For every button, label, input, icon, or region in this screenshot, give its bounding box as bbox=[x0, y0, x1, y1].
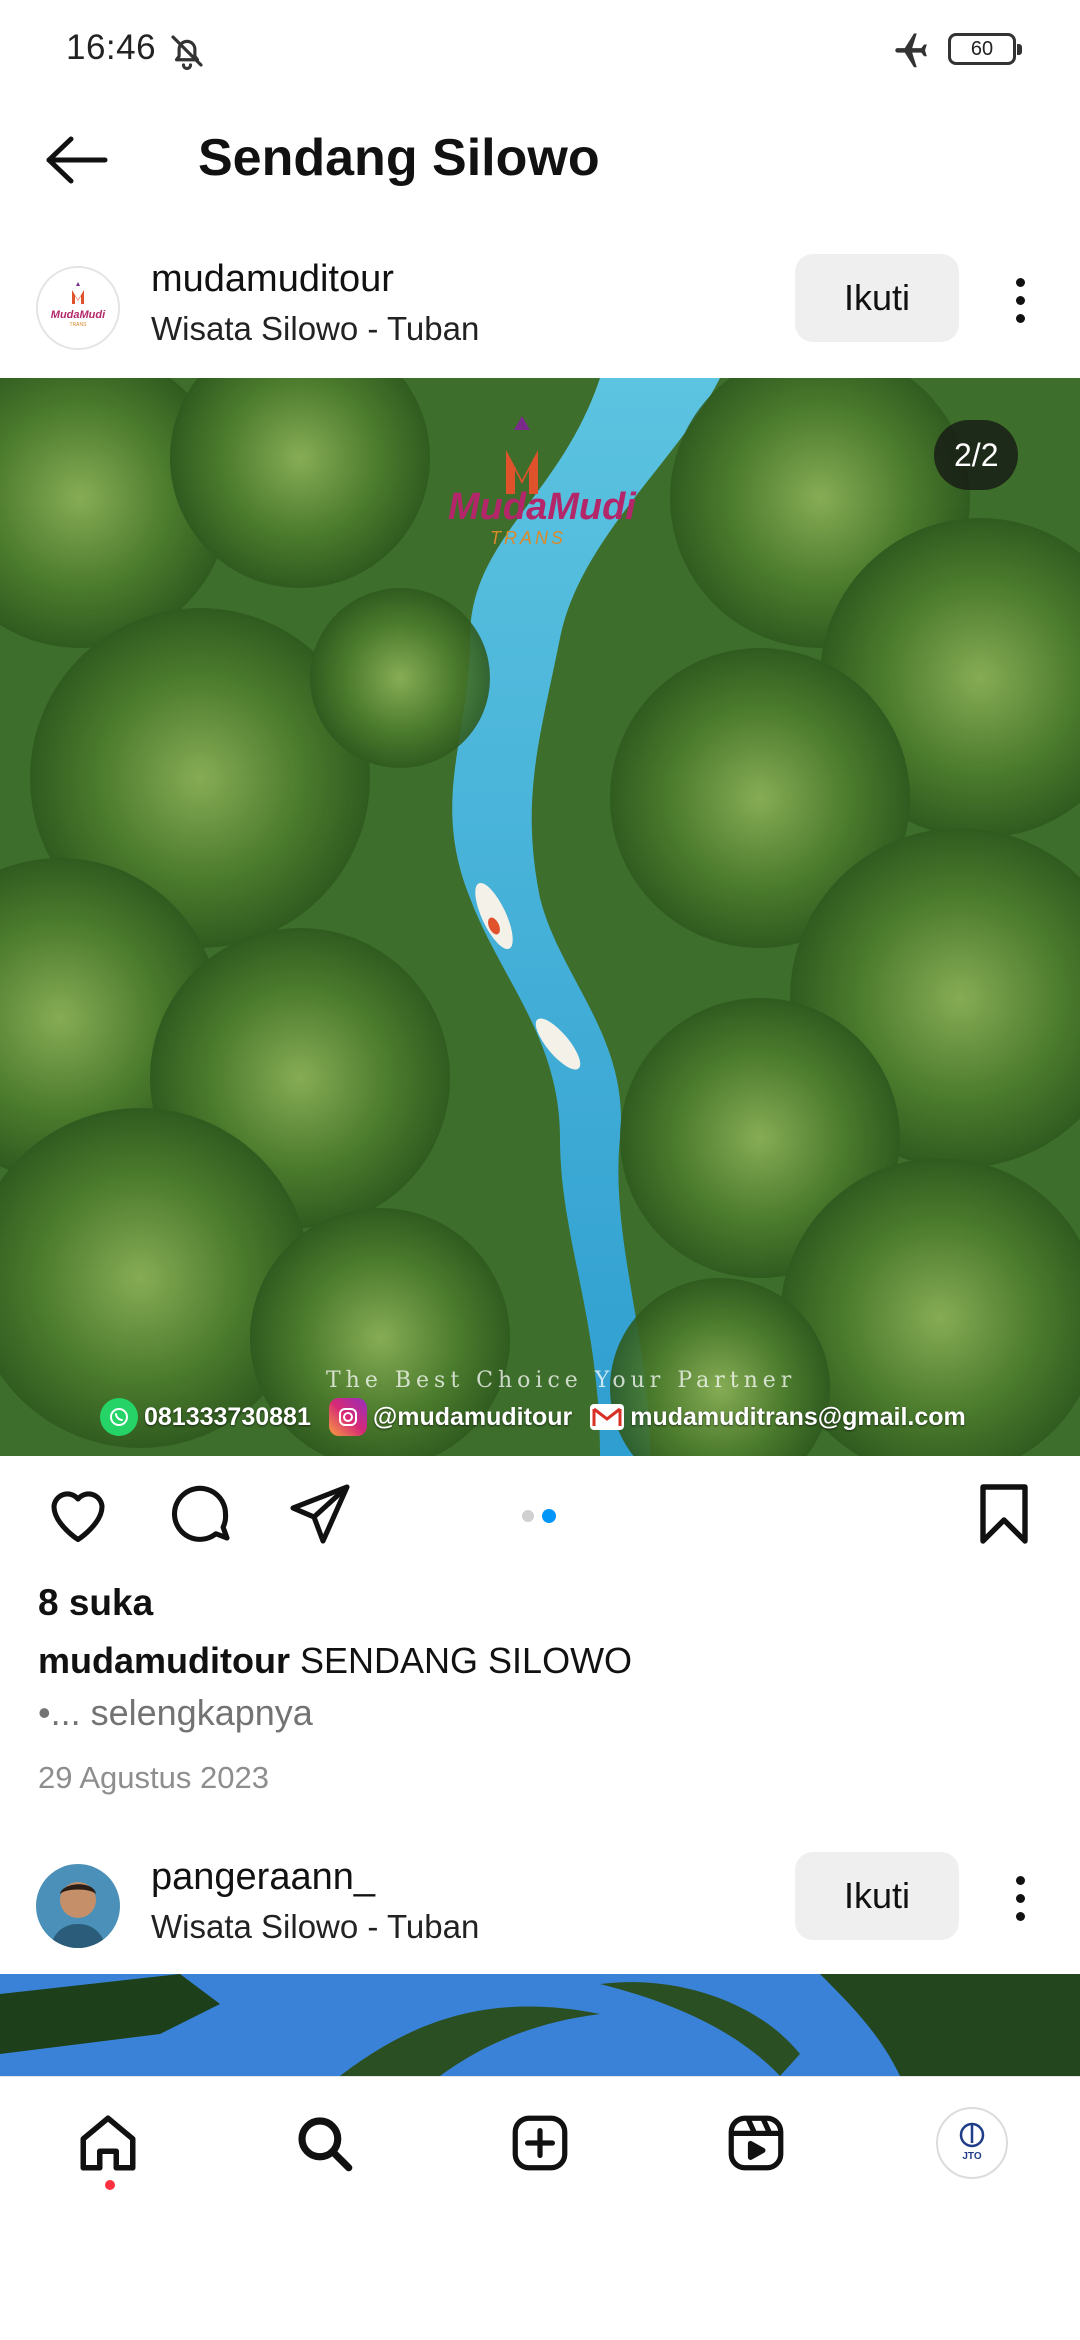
post-header: MudaMudi TRANS mudamuditour Wisata Silow… bbox=[0, 248, 1080, 368]
reels-icon bbox=[728, 2115, 784, 2171]
search-icon bbox=[298, 2117, 353, 2172]
carousel-dot-active bbox=[542, 1509, 556, 1523]
comment-icon[interactable] bbox=[164, 1478, 236, 1550]
battery-level: 60 bbox=[970, 38, 994, 60]
caption-text: SENDANG SILOWO bbox=[300, 1640, 633, 1681]
nav-reels[interactable] bbox=[718, 2105, 794, 2181]
post-actions bbox=[0, 1470, 1080, 1560]
post-date: 29 Agustus 2023 bbox=[38, 1760, 269, 1795]
nav-search[interactable] bbox=[286, 2105, 362, 2181]
profile-avatar-text: JTO bbox=[962, 2151, 981, 2162]
battery-icon: 60 bbox=[948, 33, 1022, 65]
home-icon bbox=[80, 2115, 136, 2171]
instagram-icon bbox=[328, 1398, 367, 1436]
more-icon-dot bbox=[1015, 1911, 1025, 1921]
jto-logo-icon: JTO bbox=[959, 2122, 985, 2162]
user-photo-icon bbox=[36, 1864, 120, 1948]
post-header: pangeraann_ Wisata Silowo - Tuban Ikuti bbox=[0, 1846, 1080, 1966]
nav-home[interactable] bbox=[70, 2105, 146, 2181]
post-image[interactable]: 2/2 MudaMudi TRANS The Best Choice Your … bbox=[0, 378, 1080, 1456]
notification-dot bbox=[105, 2180, 115, 2190]
watermark-contacts: 081333730881 @mudamuditour mudamuditrans… bbox=[100, 1396, 984, 1438]
post-caption: mudamuditour SENDANG SILOWO bbox=[38, 1640, 632, 1682]
more-options-button[interactable] bbox=[996, 268, 1044, 332]
likes-count[interactable]: 8 suka bbox=[38, 1582, 153, 1624]
image-counter: 2/2 bbox=[934, 420, 1019, 490]
carousel-indicator bbox=[522, 1509, 556, 1523]
mute-icon bbox=[171, 35, 203, 71]
arrow-left-icon bbox=[46, 136, 108, 184]
watermark-logo-sub: TRANS bbox=[490, 528, 567, 548]
post-location[interactable]: Wisata Silowo - Tuban bbox=[151, 1908, 479, 1946]
palm-sky-photo bbox=[0, 1974, 1080, 2076]
gmail-icon bbox=[590, 1404, 625, 1430]
follow-button[interactable]: Ikuti bbox=[795, 1852, 959, 1940]
share-icon[interactable] bbox=[284, 1478, 356, 1550]
bottom-navigation: JTO bbox=[0, 2076, 1080, 2210]
see-more-link[interactable]: •... selengkapnya bbox=[38, 1692, 313, 1734]
svg-text:TRANS: TRANS bbox=[70, 322, 88, 328]
post-username[interactable]: mudamuditour bbox=[151, 258, 394, 301]
watermark-logo-text: MudaMudi bbox=[448, 486, 636, 528]
avatar[interactable]: MudaMudi TRANS bbox=[36, 266, 120, 350]
mudamudi-logo-icon: MudaMudi TRANS bbox=[38, 268, 118, 348]
bookmark-icon[interactable] bbox=[968, 1478, 1040, 1550]
contact-phone: 081333730881 bbox=[144, 1402, 311, 1431]
nav-profile[interactable]: JTO bbox=[934, 2105, 1010, 2181]
profile-avatar: JTO bbox=[936, 2107, 1008, 2179]
post-location[interactable]: Wisata Silowo - Tuban bbox=[151, 310, 479, 348]
airplane-icon bbox=[895, 33, 927, 68]
heart-icon[interactable] bbox=[42, 1478, 114, 1550]
post-username[interactable]: pangeraann_ bbox=[151, 1856, 375, 1899]
back-button[interactable] bbox=[36, 126, 116, 194]
nav-create[interactable] bbox=[502, 2105, 578, 2181]
page-header: Sendang Silowo bbox=[0, 110, 1080, 210]
more-options-button[interactable] bbox=[996, 1866, 1044, 1930]
status-time: 16:46 bbox=[66, 28, 157, 67]
svg-text:MudaMudi: MudaMudi bbox=[51, 309, 106, 321]
carousel-dot bbox=[522, 1510, 534, 1522]
whatsapp-icon bbox=[100, 1398, 138, 1436]
follow-button[interactable]: Ikuti bbox=[795, 254, 959, 342]
caption-username[interactable]: mudamuditour bbox=[38, 1640, 290, 1681]
more-icon-dot bbox=[1015, 277, 1025, 287]
avatar[interactable] bbox=[36, 1864, 120, 1948]
contact-email: mudamuditrans@gmail.com bbox=[630, 1402, 966, 1431]
more-icon-dot bbox=[1015, 295, 1025, 305]
more-icon-dot bbox=[1015, 1893, 1025, 1903]
post-image[interactable] bbox=[0, 1974, 1080, 2076]
contact-instagram: @mudamuditour bbox=[372, 1402, 573, 1431]
watermark-tagline: The Best Choice Your Partner bbox=[326, 1368, 797, 1393]
page-title: Sendang Silowo bbox=[198, 129, 600, 187]
create-icon bbox=[512, 2115, 568, 2171]
status-bar: 16:46 60 bbox=[0, 0, 1080, 100]
more-icon-dot bbox=[1015, 313, 1025, 323]
more-icon-dot bbox=[1015, 1875, 1025, 1885]
